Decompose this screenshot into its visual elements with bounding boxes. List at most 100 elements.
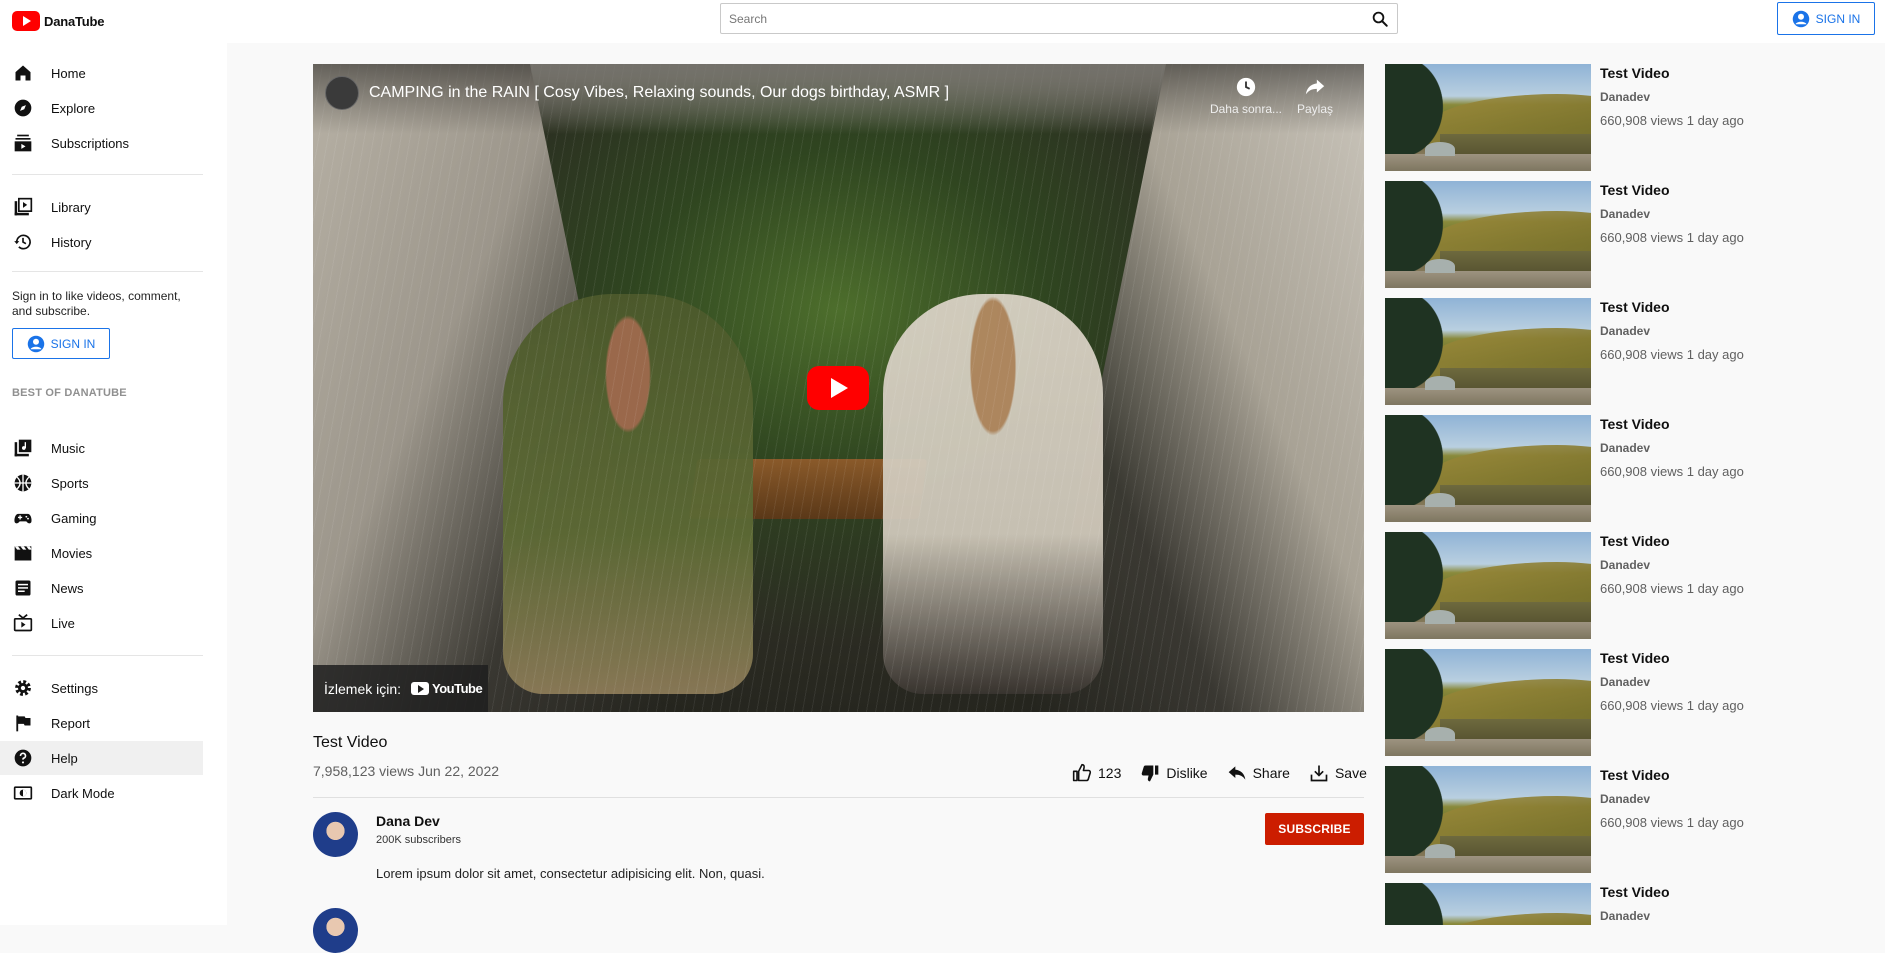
recommended-video[interactable]: Test Video Danadev 660,908 views 1 day a… <box>1385 181 1865 290</box>
recommended-channel[interactable]: Danadev <box>1600 324 1650 338</box>
recommended-channel[interactable]: Danadev <box>1600 792 1650 806</box>
sidebar-item-label: Settings <box>51 680 98 696</box>
account-icon <box>27 335 44 352</box>
video-thumbnail[interactable] <box>1385 64 1591 171</box>
sidebar-item-music[interactable]: Music <box>0 431 203 465</box>
sidebar-item-help[interactable]: Help <box>0 741 203 775</box>
search-bar <box>720 3 1398 34</box>
sidebar-item-history[interactable]: History <box>0 225 203 259</box>
search-input[interactable] <box>721 4 1341 33</box>
play-button[interactable] <box>807 366 869 410</box>
recommended-channel[interactable]: Danadev <box>1600 675 1650 689</box>
video-thumbnail[interactable] <box>1385 415 1591 522</box>
movies-icon <box>13 543 33 563</box>
recommended-video[interactable]: Test Video Danadev 660,908 views 1 day a… <box>1385 64 1865 173</box>
sidebar-item-library[interactable]: Library <box>0 190 203 224</box>
subscribe-button[interactable]: SUBSCRIBE <box>1265 813 1364 845</box>
recommended-video[interactable]: Test Video Danadev 660,908 views 1 day a… <box>1385 415 1865 524</box>
recommended-title[interactable]: Test Video <box>1600 767 1670 783</box>
sidebar-item-label: Home <box>51 65 86 81</box>
like-button[interactable]: 123 <box>1072 763 1121 783</box>
sidebar-item-label: Sports <box>51 475 89 491</box>
sign-in-label: SIGN IN <box>1815 11 1861 26</box>
recommended-title[interactable]: Test Video <box>1600 533 1670 549</box>
sign-in-note: Sign in to like videos, comment, and sub… <box>12 289 181 318</box>
sidebar-item-settings[interactable]: Settings <box>0 671 203 705</box>
save-button[interactable]: Save <box>1309 763 1367 783</box>
embed-share-button[interactable]: Paylaş <box>1275 76 1355 116</box>
share-button[interactable]: Share <box>1227 763 1290 783</box>
history-icon <box>13 232 33 252</box>
recommended-meta: 660,908 views 1 day ago <box>1600 230 1744 245</box>
recommended-title[interactable]: Test Video <box>1600 65 1670 81</box>
dislike-label: Dislike <box>1166 765 1208 781</box>
sidebar-item-sports[interactable]: Sports <box>0 466 203 500</box>
recommended-channel[interactable]: Danadev <box>1600 558 1650 572</box>
channel-name[interactable]: Dana Dev <box>376 813 440 829</box>
sidebar-item-label: Help <box>51 750 78 766</box>
recommended-channel[interactable]: Danadev <box>1600 441 1650 455</box>
sidebar-item-label: Gaming <box>51 510 97 526</box>
recommended-video[interactable]: Test Video Danadev 660,908 views 1 day a… <box>1385 298 1865 407</box>
embed-title[interactable]: CAMPING in the RAIN [ Cosy Vibes, Relaxi… <box>369 84 949 102</box>
dislike-button[interactable]: Dislike <box>1140 763 1208 783</box>
sidebar-item-home[interactable]: Home <box>0 56 203 90</box>
clock-icon <box>1236 77 1256 97</box>
app-logo[interactable]: DanaTube <box>12 11 104 31</box>
video-thumbnail[interactable] <box>1385 766 1591 873</box>
sidebar-item-explore[interactable]: Explore <box>0 91 203 125</box>
sidebar-item-news[interactable]: News <box>0 571 203 605</box>
recommended-title[interactable]: Test Video <box>1600 650 1670 666</box>
recommended-video[interactable]: Test Video Danadev 660,908 views 1 day a… <box>1385 766 1865 875</box>
video-thumbnail[interactable] <box>1385 181 1591 288</box>
embed-channel-avatar[interactable] <box>325 76 359 110</box>
recommended-meta: 660,908 views 1 day ago <box>1600 698 1744 713</box>
sidebar-item-dark-mode[interactable]: Dark Mode <box>0 776 203 810</box>
sidebar-item-label: Music <box>51 440 85 456</box>
sidebar-item-report[interactable]: Report <box>0 706 203 740</box>
sidebar-item-live[interactable]: Live <box>0 606 203 640</box>
watch-on-youtube[interactable]: İzlemek için: YouTube <box>313 665 488 712</box>
sidebar-item-gaming[interactable]: Gaming <box>0 501 203 535</box>
dark-mode-icon <box>13 783 33 803</box>
recommended-title[interactable]: Test Video <box>1600 884 1670 900</box>
video-thumbnail[interactable] <box>1385 649 1591 756</box>
sidebar-item-label: Explore <box>51 100 96 116</box>
sports-icon <box>13 473 33 493</box>
sidebar-sign-in-button[interactable]: SIGN IN <box>12 328 110 359</box>
youtube-logo: YouTube <box>411 681 483 696</box>
recommended-channel[interactable]: Danadev <box>1600 90 1650 104</box>
recommended-video[interactable]: Test Video Danadev 660,908 views 1 day a… <box>1385 532 1865 641</box>
search-icon[interactable] <box>1371 10 1389 28</box>
recommended-channel[interactable]: Danadev <box>1600 207 1650 221</box>
video-thumbnail[interactable] <box>1385 532 1591 639</box>
recommended-title[interactable]: Test Video <box>1600 416 1670 432</box>
recommended-video[interactable]: Test Video Danadev <box>1385 883 1865 925</box>
sidebar-item-subscriptions[interactable]: Subscriptions <box>0 126 203 160</box>
recommended-title[interactable]: Test Video <box>1600 299 1670 315</box>
section-title: BEST OF DANATUBE <box>12 387 127 399</box>
video-player[interactable]: CAMPING in the RAIN [ Cosy Vibes, Relaxi… <box>313 64 1364 712</box>
channel-avatar[interactable] <box>313 812 358 857</box>
sidebar-item-movies[interactable]: Movies <box>0 536 203 570</box>
compass-icon <box>13 98 33 118</box>
account-icon <box>1792 10 1809 27</box>
recommended-meta: 660,908 views 1 day ago <box>1600 815 1744 830</box>
video-thumbnail[interactable] <box>1385 883 1591 925</box>
recommended-title[interactable]: Test Video <box>1600 182 1670 198</box>
recommended-channel[interactable]: Danadev <box>1600 909 1650 923</box>
recommended-video[interactable]: Test Video Danadev 660,908 views 1 day a… <box>1385 649 1865 758</box>
share-arrow-icon <box>1305 79 1325 95</box>
home-icon <box>13 63 33 83</box>
watch-later-label: Daha sonra... <box>1209 102 1283 116</box>
sign-in-button[interactable]: SIGN IN <box>1777 2 1875 35</box>
video-thumbnail[interactable] <box>1385 298 1591 405</box>
subscriber-count: 200K subscribers <box>376 834 461 846</box>
sidebar-divider <box>12 271 203 272</box>
watch-later-button[interactable]: Daha sonra... <box>1206 76 1286 116</box>
library-icon <box>13 197 33 217</box>
like-count: 123 <box>1098 765 1122 781</box>
sidebar-item-label: History <box>51 234 92 250</box>
sidebar-item-label: News <box>51 580 84 596</box>
top-bar: DanaTube SIGN IN <box>0 0 1885 43</box>
